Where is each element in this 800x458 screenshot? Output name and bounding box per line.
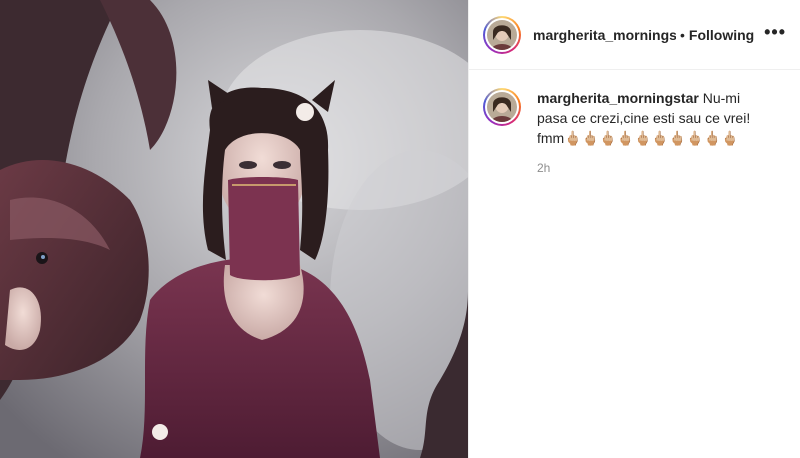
header-avatar[interactable] xyxy=(483,15,521,54)
profile-avatar xyxy=(487,92,517,122)
caption-username[interactable]: margherita_morningstar xyxy=(537,90,699,106)
caption-comment: margherita_morningstar Nu-mi pasa ce cre… xyxy=(469,70,800,178)
separator-dot: • xyxy=(680,26,685,43)
header-username[interactable]: margherita_morningsta xyxy=(533,27,676,43)
caption-body: margherita_morningstar Nu-mi pasa ce cre… xyxy=(537,88,767,178)
profile-avatar xyxy=(487,19,517,50)
post-header: margherita_morningsta • Following ••• xyxy=(469,0,800,70)
caption-avatar[interactable] xyxy=(483,88,521,126)
post-illustration xyxy=(0,0,468,458)
post-image[interactable] xyxy=(0,0,468,458)
following-button[interactable]: Following xyxy=(689,27,754,43)
more-options-icon[interactable]: ••• xyxy=(764,23,786,43)
caption-timestamp[interactable]: 2h xyxy=(537,158,767,178)
post-side-panel: margherita_morningsta • Following ••• ma… xyxy=(468,0,800,458)
